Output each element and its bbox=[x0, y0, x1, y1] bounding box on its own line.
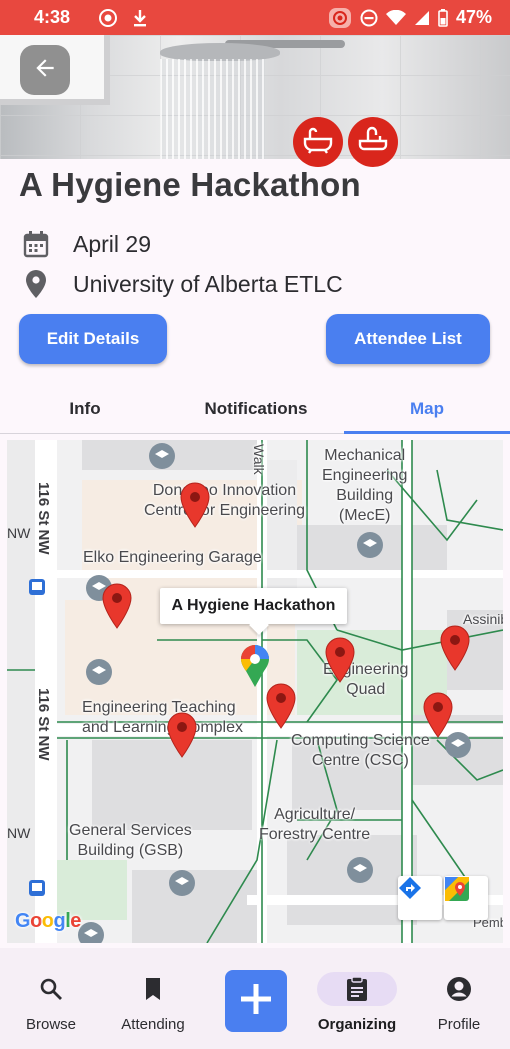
street-label: 116 St NW bbox=[35, 688, 52, 761]
map-label-elko: Elko Engineering Garage bbox=[83, 549, 262, 566]
category-badge-bathtub bbox=[293, 117, 343, 167]
category-badge-sink bbox=[348, 117, 398, 167]
map-callout: A Hygiene Hackathon bbox=[160, 588, 347, 624]
screen-record-icon bbox=[98, 8, 118, 28]
event-tabs: Info Notifications Map bbox=[0, 384, 510, 434]
nav-browse-label: Browse bbox=[25, 1016, 77, 1033]
status-bar: 4:38 47% bbox=[0, 0, 510, 35]
event-map[interactable]: 116 St NW 116 St NW NW NW Walk Mechanica… bbox=[7, 440, 503, 943]
street-label-nw: NW bbox=[7, 825, 31, 841]
map-marker[interactable] bbox=[99, 582, 135, 630]
clipboard-icon bbox=[317, 972, 397, 1006]
event-location: University of Alberta ETLC bbox=[73, 270, 343, 297]
nav-attending-label: Attending bbox=[121, 1016, 185, 1033]
event-title: A Hygiene Hackathon bbox=[19, 166, 361, 203]
do-not-disturb-icon bbox=[360, 9, 378, 27]
nav-organizing-label: Organizing bbox=[317, 1016, 397, 1033]
cast-icon bbox=[328, 7, 352, 29]
event-date: April 29 bbox=[73, 230, 151, 257]
event-location-marker[interactable] bbox=[238, 643, 272, 689]
location-pin-icon bbox=[22, 269, 50, 299]
plus-icon bbox=[238, 981, 274, 1022]
map-label-agriculture: Agriculture/ Forestry Centre bbox=[259, 806, 371, 843]
map-marker[interactable] bbox=[263, 682, 299, 730]
map-directions-button[interactable] bbox=[398, 876, 442, 920]
event-hero-image bbox=[0, 35, 510, 159]
bathtub-icon bbox=[302, 126, 334, 159]
nav-browse[interactable]: Browse bbox=[0, 948, 102, 1049]
account-icon bbox=[427, 972, 491, 1006]
google-logo: Google bbox=[15, 910, 81, 932]
event-detail-screen: 4:38 47% A Hygiene Hackathon April 29 Un… bbox=[0, 0, 510, 1049]
map-label-csc: Computing Science Centre (CSC) bbox=[291, 732, 430, 769]
open-in-maps-button[interactable] bbox=[444, 876, 488, 920]
calendar-icon bbox=[22, 230, 50, 258]
tab-notifications[interactable]: Notifications bbox=[170, 384, 342, 434]
search-icon bbox=[19, 972, 83, 1006]
bookmark-icon bbox=[121, 972, 185, 1006]
sink-icon bbox=[358, 126, 388, 159]
map-marker[interactable] bbox=[437, 624, 473, 672]
map-label-gsb: General Services Building (GSB) bbox=[69, 822, 192, 859]
event-date-row: April 29 bbox=[22, 230, 151, 258]
tab-active-indicator bbox=[344, 431, 510, 434]
battery-percent: 47% bbox=[455, 7, 492, 27]
tab-map[interactable]: Map bbox=[344, 384, 510, 434]
map-marker[interactable] bbox=[177, 481, 213, 529]
event-location-row: University of Alberta ETLC bbox=[22, 269, 343, 299]
back-button[interactable] bbox=[20, 45, 70, 95]
map-label-etlc: Engineering Teaching and Learning Comple… bbox=[82, 699, 243, 736]
nav-profile[interactable]: Profile bbox=[408, 948, 510, 1049]
nav-organizing[interactable]: Organizing bbox=[306, 948, 408, 1049]
battery-icon bbox=[438, 8, 448, 27]
arrow-back-icon bbox=[32, 55, 58, 86]
map-marker[interactable] bbox=[420, 691, 456, 739]
tab-info[interactable]: Info bbox=[0, 384, 170, 434]
street-label: 116 St NW bbox=[35, 482, 52, 555]
signal-icon bbox=[414, 10, 430, 26]
download-icon bbox=[132, 8, 148, 28]
map-marker[interactable] bbox=[164, 711, 200, 759]
nav-attending[interactable]: Attending bbox=[102, 948, 204, 1049]
nav-profile-label: Profile bbox=[437, 1016, 481, 1033]
street-label-walk: Walk bbox=[251, 444, 267, 475]
status-time: 4:38 bbox=[34, 7, 71, 27]
edit-details-button[interactable]: Edit Details bbox=[19, 314, 167, 364]
attendee-list-button[interactable]: Attendee List bbox=[326, 314, 490, 364]
map-marker[interactable] bbox=[322, 636, 358, 684]
map-label-mecE: Mechanical Engineering Building (MecE) bbox=[322, 447, 408, 524]
street-label-nw: NW bbox=[7, 525, 31, 541]
map-label-donadeo: Donadeo Innovation Centre for Engineerin… bbox=[144, 482, 305, 519]
wifi-icon bbox=[385, 9, 406, 26]
create-event-button[interactable] bbox=[225, 970, 287, 1032]
